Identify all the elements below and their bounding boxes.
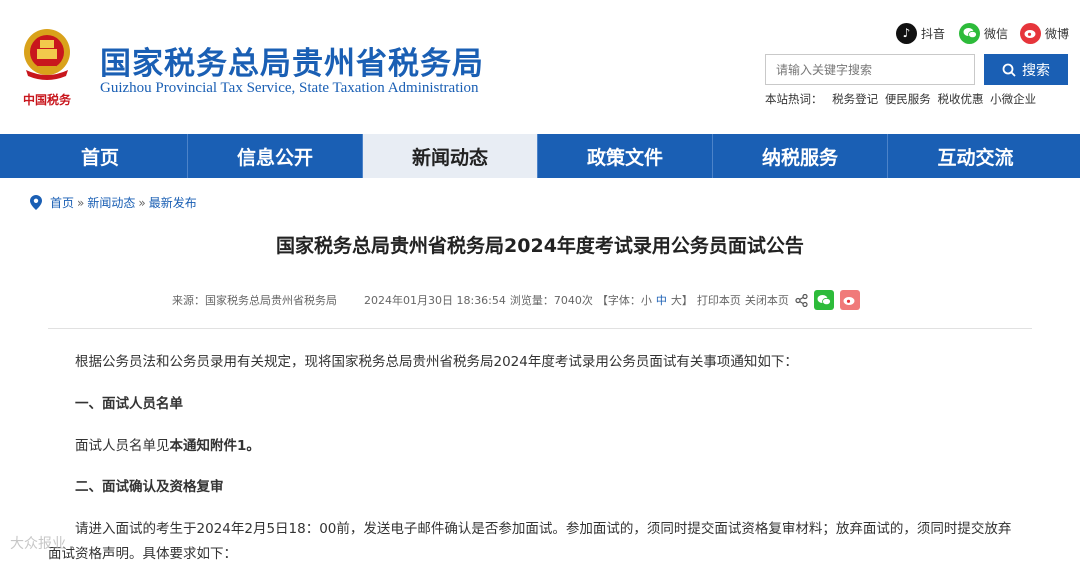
main-nav: 首页 信息公开 新闻动态 政策文件 纳税服务 互动交流 (0, 134, 1080, 178)
wechat-label: 微信 (984, 26, 1009, 41)
breadcrumb-news[interactable]: 新闻动态 (87, 194, 135, 211)
watermark: 大众报业 (10, 536, 66, 552)
font-size-large[interactable]: 大 (671, 292, 682, 308)
breadcrumb: 首页 » 新闻动态 » 最新发布 (30, 194, 197, 211)
site-subtitle: Guizhou Provincial Tax Service, State Ta… (100, 80, 479, 96)
paragraph-text: 面试人员名单见 (75, 438, 170, 454)
paragraph-line: 面试资格声明。具体要求如下： (48, 546, 237, 562)
section-heading: 二、面试确认及资格复审 (75, 479, 224, 495)
share-icon[interactable] (795, 293, 808, 307)
hot-word[interactable]: 小微企业 (990, 92, 1036, 106)
paragraph-text: 。 (246, 438, 260, 454)
location-pin-icon (30, 195, 42, 210)
font-size-medium[interactable]: 中 (656, 292, 667, 308)
nav-item-policy[interactable]: 政策文件 (538, 134, 713, 178)
search-button-label: 搜索 (1022, 62, 1050, 79)
douyin-label: 抖音 (921, 26, 946, 41)
intro-paragraph: 根据公务员法和公务员录用有关规定，现将国家税务总局贵州省税务局2024年度考试录… (75, 354, 798, 370)
font-size-bracket: 】 (681, 294, 693, 307)
search-input[interactable] (765, 54, 975, 85)
hot-word[interactable]: 税务登记 (832, 92, 878, 106)
site-header: 中国税务 国家税务总局贵州省税务局 Guizhou Provincial Tax… (0, 0, 1080, 134)
nav-item-news[interactable]: 新闻动态 (363, 134, 538, 178)
article-title: 国家税务总局贵州省税务局2024年度考试录用公务员面试公告 (276, 235, 804, 257)
site-title[interactable]: 国家税务总局贵州省税务局 (100, 38, 484, 83)
font-size-label: 【字体： (596, 294, 641, 307)
weibo-icon (1020, 22, 1041, 44)
nav-item-interaction[interactable]: 互动交流 (888, 134, 1063, 178)
wechat-link[interactable]: 微信 (959, 22, 1008, 44)
paragraph-line: 请进入面试的考生于2024年2月5日18：00前，发送电子邮件确认是否参加面试。… (75, 521, 1012, 537)
nav-item-info-disclosure[interactable]: 信息公开 (188, 134, 363, 178)
divider (48, 328, 1032, 329)
douyin-icon: ♪ (896, 22, 917, 44)
breadcrumb-home[interactable]: 首页 (50, 194, 74, 211)
article-datetime: 2024年01月30日 18:36:54 (364, 294, 506, 307)
article-meta: 来源：国家税务总局贵州省税务局 2024年01月30日 18:36:54 浏览量… (172, 290, 860, 310)
hot-words-label: 本站热词： (765, 92, 823, 106)
weibo-link[interactable]: 微博 (1020, 22, 1069, 44)
hot-word[interactable]: 税收优惠 (937, 92, 983, 106)
attachment-reference: 本通知附件1 (169, 438, 247, 454)
weibo-label: 微博 (1045, 26, 1070, 41)
share-wechat-icon[interactable] (813, 290, 834, 310)
paragraph: 面试人员名单见本通知附件1。 (75, 434, 260, 454)
svg-text:中国税务: 中国税务 (23, 92, 72, 107)
article-views: 浏览量：7040次 (509, 294, 593, 307)
nav-item-tax-service[interactable]: 纳税服务 (713, 134, 888, 178)
close-page-link[interactable]: 关闭本页 (745, 292, 789, 308)
hot-word[interactable]: 便民服务 (885, 92, 931, 106)
print-page-link[interactable]: 打印本页 (697, 292, 741, 308)
breadcrumb-separator: » (77, 195, 85, 210)
wechat-icon (959, 22, 980, 44)
hot-words: 本站热词： 税务登记 便民服务 税收优惠 小微企业 (765, 91, 1039, 107)
breadcrumb-latest[interactable]: 最新发布 (149, 194, 197, 211)
search-icon (1002, 63, 1016, 77)
article-source: 来源：国家税务总局贵州省税务局 (172, 294, 337, 307)
search-button[interactable]: 搜索 (984, 54, 1068, 85)
tax-emblem-logo[interactable]: 中国税务 (16, 22, 78, 112)
font-size-small[interactable]: 小 (641, 292, 652, 308)
section-heading: 一、面试人员名单 (75, 396, 183, 412)
breadcrumb-separator: » (138, 195, 146, 210)
douyin-link[interactable]: ♪ 抖音 (896, 22, 945, 44)
nav-item-home[interactable]: 首页 (13, 134, 188, 178)
share-weibo-icon[interactable] (839, 290, 860, 310)
